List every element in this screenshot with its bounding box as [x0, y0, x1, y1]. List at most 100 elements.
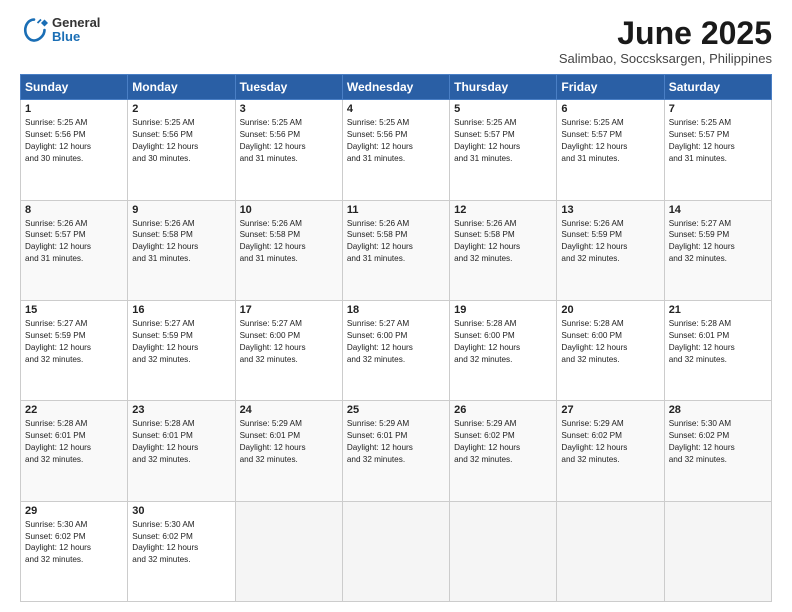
col-friday: Friday	[557, 75, 664, 100]
day-number: 14	[669, 204, 767, 216]
title-block: June 2025 Salimbao, Soccsksargen, Philip…	[559, 16, 772, 66]
table-row: 22 Sunrise: 5:28 AMSunset: 6:01 PMDayligh…	[21, 401, 128, 501]
location-subtitle: Salimbao, Soccsksargen, Philippines	[559, 51, 772, 66]
logo-icon	[20, 16, 48, 44]
day-info: Sunrise: 5:30 AMSunset: 6:02 PMDaylight:…	[25, 519, 123, 567]
table-row: 6 Sunrise: 5:25 AMSunset: 5:57 PMDaylight…	[557, 100, 664, 200]
table-row: 20Sunrise: 5:28 AMSunset: 6:00 PMDayligh…	[557, 300, 664, 400]
month-title: June 2025	[559, 16, 772, 51]
day-number: 11	[347, 204, 445, 216]
calendar-week-row: 15 Sunrise: 5:27 AMSunset: 5:59 PMDayligh…	[21, 300, 772, 400]
table-row: 9Sunrise: 5:26 AMSunset: 5:58 PMDaylight…	[128, 200, 235, 300]
day-info: Sunrise: 5:26 AMSunset: 5:58 PMDaylight:…	[454, 218, 552, 266]
table-row: 7Sunrise: 5:25 AMSunset: 5:57 PMDaylight…	[664, 100, 771, 200]
day-number: 12	[454, 204, 552, 216]
day-number: 7	[669, 103, 767, 115]
calendar-week-row: 8 Sunrise: 5:26 AMSunset: 5:57 PMDaylight…	[21, 200, 772, 300]
day-number: 29	[25, 505, 123, 517]
col-sunday: Sunday	[21, 75, 128, 100]
col-monday: Monday	[128, 75, 235, 100]
table-row	[450, 501, 557, 601]
day-info: Sunrise: 5:30 AMSunset: 6:02 PMDaylight:…	[669, 418, 767, 466]
table-row	[342, 501, 449, 601]
col-tuesday: Tuesday	[235, 75, 342, 100]
table-row: 28 Sunrise: 5:30 AMSunset: 6:02 PMDayligh…	[664, 401, 771, 501]
day-number: 28	[669, 404, 767, 416]
table-row: 16 Sunrise: 5:27 AMSunset: 5:59 PMDayligh…	[128, 300, 235, 400]
table-row	[664, 501, 771, 601]
header: General Blue June 2025 Salimbao, Soccsks…	[20, 16, 772, 66]
day-number: 5	[454, 103, 552, 115]
day-number: 16	[132, 304, 230, 316]
table-row: 4Sunrise: 5:25 AMSunset: 5:56 PMDaylight…	[342, 100, 449, 200]
table-row: 26 Sunrise: 5:29 AMSunset: 6:02 PMDayligh…	[450, 401, 557, 501]
table-row: 5 Sunrise: 5:25 AMSunset: 5:57 PMDaylight…	[450, 100, 557, 200]
day-number: 26	[454, 404, 552, 416]
day-info: Sunrise: 5:25 AMSunset: 5:56 PMDaylight:…	[132, 117, 230, 165]
day-info: Sunrise: 5:29 AMSunset: 6:02 PMDaylight:…	[454, 418, 552, 466]
day-info: Sunrise: 5:25 AMSunset: 5:57 PMDaylight:…	[561, 117, 659, 165]
table-row: 3 Sunrise: 5:25 AMSunset: 5:56 PMDaylight…	[235, 100, 342, 200]
table-row: 1Sunrise: 5:25 AMSunset: 5:56 PMDaylight…	[21, 100, 128, 200]
table-row	[557, 501, 664, 601]
day-info: Sunrise: 5:28 AMSunset: 6:00 PMDaylight:…	[454, 318, 552, 366]
table-row: 14 Sunrise: 5:27 AMSunset: 5:59 PMDayligh…	[664, 200, 771, 300]
day-info: Sunrise: 5:28 AMSunset: 6:01 PMDaylight:…	[132, 418, 230, 466]
day-number: 13	[561, 204, 659, 216]
day-number: 27	[561, 404, 659, 416]
table-row	[235, 501, 342, 601]
day-number: 6	[561, 103, 659, 115]
day-number: 17	[240, 304, 338, 316]
day-info: Sunrise: 5:25 AMSunset: 5:56 PMDaylight:…	[347, 117, 445, 165]
logo-line2: Blue	[52, 30, 100, 44]
day-number: 24	[240, 404, 338, 416]
day-info: Sunrise: 5:26 AMSunset: 5:59 PMDaylight:…	[561, 218, 659, 266]
table-row: 30Sunrise: 5:30 AMSunset: 6:02 PMDayligh…	[128, 501, 235, 601]
table-row: 25Sunrise: 5:29 AMSunset: 6:01 PMDayligh…	[342, 401, 449, 501]
day-info: Sunrise: 5:27 AMSunset: 5:59 PMDaylight:…	[132, 318, 230, 366]
table-row: 27 Sunrise: 5:29 AMSunset: 6:02 PMDayligh…	[557, 401, 664, 501]
day-number: 22	[25, 404, 123, 416]
day-info: Sunrise: 5:25 AMSunset: 5:56 PMDaylight:…	[240, 117, 338, 165]
table-row: 13 Sunrise: 5:26 AMSunset: 5:59 PMDayligh…	[557, 200, 664, 300]
day-number: 3	[240, 103, 338, 115]
logo-text: General Blue	[52, 16, 100, 45]
table-row: 19 Sunrise: 5:28 AMSunset: 6:00 PMDayligh…	[450, 300, 557, 400]
table-row: 29 Sunrise: 5:30 AMSunset: 6:02 PMDayligh…	[21, 501, 128, 601]
calendar-week-row: 1Sunrise: 5:25 AMSunset: 5:56 PMDaylight…	[21, 100, 772, 200]
day-info: Sunrise: 5:25 AMSunset: 5:57 PMDaylight:…	[454, 117, 552, 165]
day-info: Sunrise: 5:30 AMSunset: 6:02 PMDaylight:…	[132, 519, 230, 567]
calendar-table: Sunday Monday Tuesday Wednesday Thursday…	[20, 74, 772, 602]
day-info: Sunrise: 5:28 AMSunset: 6:01 PMDaylight:…	[669, 318, 767, 366]
day-info: Sunrise: 5:29 AMSunset: 6:01 PMDaylight:…	[240, 418, 338, 466]
calendar-week-row: 22 Sunrise: 5:28 AMSunset: 6:01 PMDayligh…	[21, 401, 772, 501]
table-row: 18 Sunrise: 5:27 AMSunset: 6:00 PMDayligh…	[342, 300, 449, 400]
table-row: 10Sunrise: 5:26 AMSunset: 5:58 PMDayligh…	[235, 200, 342, 300]
day-info: Sunrise: 5:28 AMSunset: 6:00 PMDaylight:…	[561, 318, 659, 366]
day-info: Sunrise: 5:27 AMSunset: 6:00 PMDaylight:…	[240, 318, 338, 366]
day-number: 8	[25, 204, 123, 216]
day-info: Sunrise: 5:27 AMSunset: 5:59 PMDaylight:…	[669, 218, 767, 266]
table-row: 12 Sunrise: 5:26 AMSunset: 5:58 PMDayligh…	[450, 200, 557, 300]
table-row: 2Sunrise: 5:25 AMSunset: 5:56 PMDaylight…	[128, 100, 235, 200]
table-row: 15Sunrise: 5:27 AMSunset: 5:59 PMDayligh…	[21, 300, 128, 400]
calendar-week-row: 29 Sunrise: 5:30 AMSunset: 6:02 PMDayligh…	[21, 501, 772, 601]
day-info: Sunrise: 5:29 AMSunset: 6:01 PMDaylight:…	[347, 418, 445, 466]
day-info: Sunrise: 5:27 AMSunset: 6:00 PMDaylight:…	[347, 318, 445, 366]
table-row: 17 Sunrise: 5:27 AMSunset: 6:00 PMDayligh…	[235, 300, 342, 400]
day-number: 15	[25, 304, 123, 316]
page: General Blue June 2025 Salimbao, Soccsks…	[0, 0, 792, 612]
logo-line1: General	[52, 16, 100, 30]
day-info: Sunrise: 5:29 AMSunset: 6:02 PMDaylight:…	[561, 418, 659, 466]
day-info: Sunrise: 5:26 AMSunset: 5:57 PMDaylight:…	[25, 218, 123, 266]
day-number: 9	[132, 204, 230, 216]
day-number: 23	[132, 404, 230, 416]
day-number: 21	[669, 304, 767, 316]
table-row: 21 Sunrise: 5:28 AMSunset: 6:01 PMDayligh…	[664, 300, 771, 400]
day-number: 10	[240, 204, 338, 216]
day-number: 18	[347, 304, 445, 316]
table-row: 24 Sunrise: 5:29 AMSunset: 6:01 PMDayligh…	[235, 401, 342, 501]
day-info: Sunrise: 5:25 AMSunset: 5:56 PMDaylight:…	[25, 117, 123, 165]
day-number: 19	[454, 304, 552, 316]
day-info: Sunrise: 5:28 AMSunset: 6:01 PMDaylight:…	[25, 418, 123, 466]
